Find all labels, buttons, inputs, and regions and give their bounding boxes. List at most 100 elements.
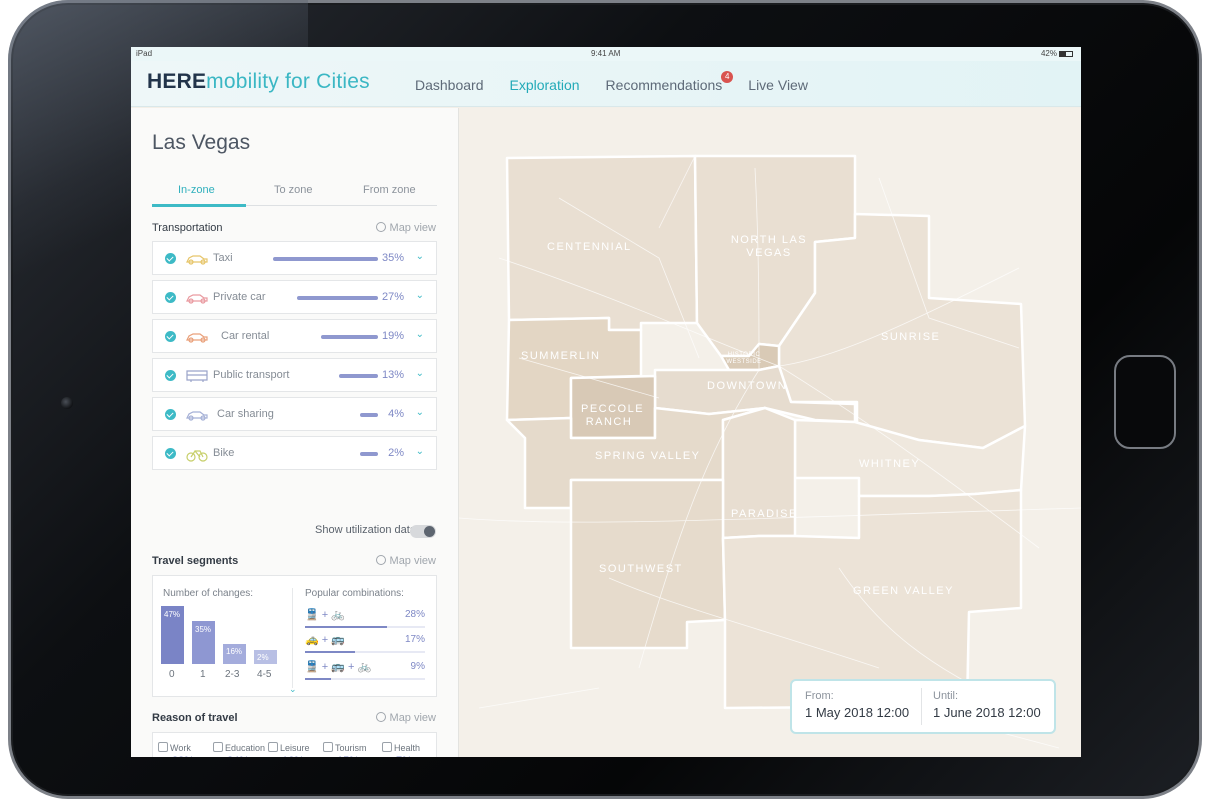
transport-label: Bike — [213, 447, 235, 459]
from-value[interactable]: 1 May 2018 12:00 — [805, 705, 909, 720]
changes-tick-label: 1 — [200, 669, 206, 680]
reason-item[interactable]: Leisure 16% — [268, 742, 326, 757]
reason-item[interactable]: Tourism 15% — [323, 742, 381, 757]
nav-recommendations[interactable]: Recommendations 4 — [605, 71, 734, 93]
reason-label: Leisure — [280, 743, 310, 753]
changes-tick-label: 0 — [169, 669, 175, 680]
changes-bar-label: 47% — [164, 610, 181, 619]
zone-label-historic-westside: HISTORIC WESTSIDE — [726, 352, 762, 365]
checkmark-icon[interactable] — [165, 292, 176, 303]
chevron-down-icon[interactable]: ⌄ — [416, 290, 424, 301]
reason-title: Reason of travel — [152, 712, 238, 724]
divider — [292, 588, 293, 688]
school-icon — [213, 742, 223, 752]
share-bar — [297, 296, 378, 300]
share-bar — [339, 374, 378, 378]
map-view-label: Map view — [389, 555, 436, 567]
transport-row[interactable]: Car sharing 4% ⌄ — [152, 397, 437, 431]
reason-item[interactable]: Health 7% — [382, 742, 440, 757]
date-range-picker[interactable]: From: 1 May 2018 12:00 Until: 1 June 201… — [790, 679, 1056, 734]
checkmark-icon[interactable] — [165, 331, 176, 342]
until-label: Until: — [933, 690, 959, 702]
zone-label-peccole-ranch: PECCOLE RANCH — [581, 403, 645, 428]
share-bar — [273, 257, 378, 261]
tab-to-zone[interactable]: To zone — [274, 184, 313, 196]
checkmark-icon[interactable] — [165, 370, 176, 381]
app-header: HEREmobility for Cities Dashboard Explor… — [131, 61, 1081, 107]
battery-icon — [1059, 50, 1073, 57]
transport-label: Car rental — [221, 330, 270, 342]
city-map[interactable]: CENTENNIAL NORTH LAS VEGAS SUNRISE SUMME… — [459, 108, 1081, 757]
logo-here: HERE — [147, 70, 207, 93]
radio-icon — [375, 222, 386, 232]
zone-label-sunrise: SUNRISE — [881, 331, 941, 343]
nav-recommendations-label: Recommendations — [605, 77, 723, 93]
until-value[interactable]: 1 June 2018 12:00 — [933, 705, 1041, 720]
checkmark-icon[interactable] — [165, 448, 176, 459]
camera-icon — [61, 397, 73, 409]
tab-from-zone[interactable]: From zone — [363, 184, 416, 196]
zone-map-svg — [459, 154, 1081, 749]
transportation-map-view[interactable]: Map view — [375, 222, 436, 234]
combination-icons: 🚆 + 🚲 — [305, 609, 345, 621]
bus-icon — [185, 368, 213, 384]
chevron-down-icon[interactable]: ⌄ — [416, 368, 424, 379]
combination-percent: 28% — [404, 609, 425, 620]
share-percent: 19% — [381, 330, 404, 342]
nav-exploration[interactable]: Exploration — [510, 77, 580, 93]
reason-percent: 7% — [396, 755, 412, 757]
combination-row: 🚆 + 🚌 + 🚲 9% — [305, 660, 425, 680]
app-screen: iPad 9:41 AM 42% HEREmobility for Cities… — [131, 47, 1081, 757]
car-sharing-icon — [185, 407, 213, 423]
from-label: From: — [805, 690, 834, 702]
radio-icon — [375, 555, 386, 565]
status-time: 9:41 AM — [591, 49, 621, 58]
combination-percent: 17% — [404, 634, 425, 645]
reason-map-view[interactable]: Map view — [375, 712, 436, 724]
reason-label: Work — [170, 743, 191, 753]
transport-row[interactable]: Private car 27% ⌄ — [152, 280, 437, 314]
share-bar — [360, 413, 378, 417]
combos-subtitle: Popular combinations: — [305, 588, 404, 599]
heart-icon — [382, 742, 392, 752]
map-view-label: Map view — [389, 222, 436, 234]
share-percent: 2% — [388, 447, 404, 459]
reason-item[interactable]: Work 38% — [158, 742, 216, 757]
transport-row[interactable]: Bike 2% ⌄ — [152, 436, 437, 470]
checkmark-icon[interactable] — [165, 253, 176, 264]
notification-badge: 4 — [721, 71, 734, 83]
status-bar: iPad 9:41 AM 42% — [131, 47, 1081, 61]
home-button[interactable] — [1114, 355, 1176, 449]
tab-in-zone[interactable]: In-zone — [178, 184, 215, 196]
app-logo[interactable]: HEREmobility for Cities — [147, 70, 370, 94]
zone-label-summerlin: SUMMERLIN — [521, 350, 601, 362]
zone-label-green-valley: GREEN VALLEY — [853, 585, 954, 597]
chevron-down-icon[interactable]: ⌄ — [416, 446, 424, 457]
nav-dashboard[interactable]: Dashboard — [415, 77, 484, 93]
changes-bar-label: 2% — [257, 653, 269, 662]
travel-segments-title: Travel segments — [152, 555, 239, 567]
chevron-down-icon[interactable]: ⌄ — [289, 684, 297, 695]
chevron-down-icon[interactable]: ⌄ — [416, 329, 424, 340]
checkmark-icon[interactable] — [165, 409, 176, 420]
transport-row[interactable]: Car rental 19% ⌄ — [152, 319, 437, 353]
transport-row[interactable]: Taxi 35% ⌄ — [152, 241, 437, 275]
reason-label-wrap: Education — [213, 742, 271, 753]
zone-tabs: In-zone To zone From zone — [152, 180, 437, 207]
chevron-down-icon[interactable]: ⌄ — [416, 407, 424, 418]
zone-label-whitney: WHITNEY — [859, 458, 921, 470]
transport-row[interactable]: Public transport 13% ⌄ — [152, 358, 437, 392]
share-percent: 35% — [381, 252, 404, 264]
segments-map-view[interactable]: Map view — [375, 555, 436, 567]
chevron-down-icon[interactable]: ⌄ — [416, 251, 424, 262]
camera-icon — [323, 742, 333, 752]
combination-icons: 🚆 + 🚌 + 🚲 — [305, 661, 372, 673]
taxi-icon — [185, 251, 213, 267]
nav-live-view[interactable]: Live View — [748, 77, 808, 93]
changes-bar: 16% — [223, 644, 246, 664]
reason-item[interactable]: Education 24% — [213, 742, 271, 757]
changes-tick-label: 2-3 — [225, 669, 240, 680]
zone-label-spring-valley: SPRING VALLEY — [595, 450, 701, 462]
battery-percent: 42% — [1040, 49, 1057, 58]
utilization-toggle[interactable] — [410, 525, 436, 538]
